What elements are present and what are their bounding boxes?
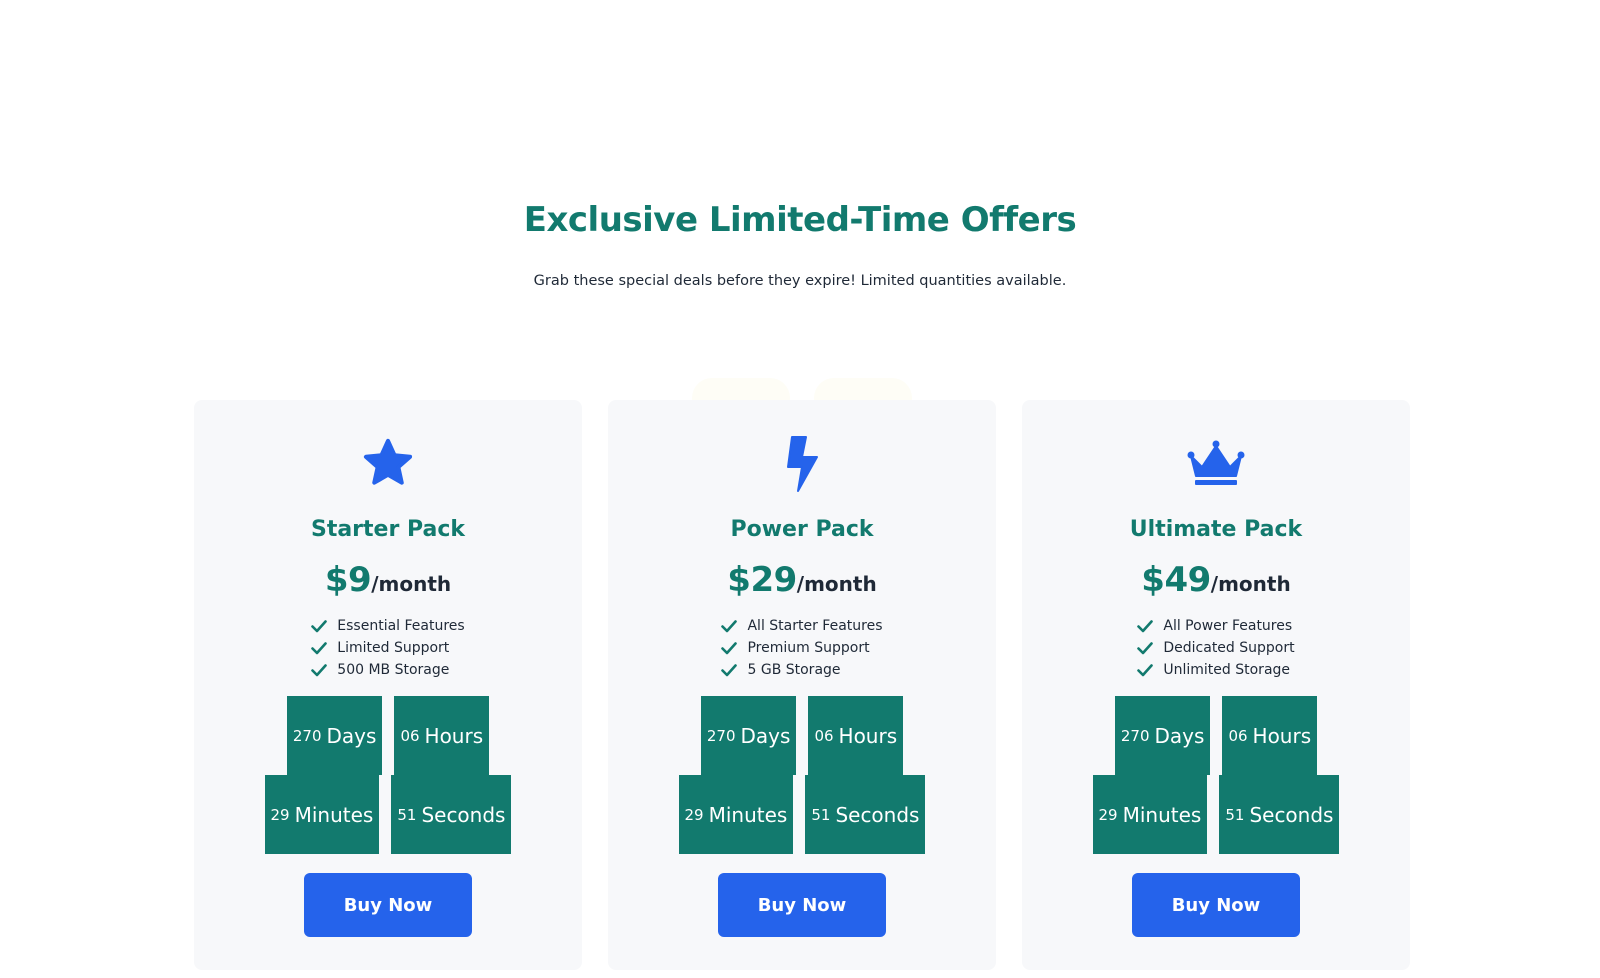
page-subtitle: Grab these special deals before they exp… — [533, 273, 1067, 289]
countdown-seconds-value: 51 — [397, 805, 417, 824]
check-icon — [311, 662, 328, 678]
countdown-minutes: 29 Minutes — [1092, 775, 1208, 854]
buy-now-button[interactable]: Buy Now — [1132, 873, 1300, 937]
countdown-hours-value: 06 — [814, 726, 834, 745]
countdown-days-label: Days — [1154, 723, 1205, 748]
feature-label: All Power Features — [1163, 618, 1293, 634]
price: $9/month — [194, 560, 582, 600]
countdown-minutes: 29 Minutes — [264, 775, 380, 854]
feature-item: 500 MB Storage — [311, 659, 464, 681]
feature-item: Unlimited Storage — [1137, 659, 1294, 681]
countdown-seconds-label: Seconds — [421, 802, 506, 827]
countdown-hours-label: Hours — [424, 723, 484, 748]
countdown-days: 270 Days — [286, 696, 383, 775]
check-icon — [311, 640, 328, 656]
countdown-seconds: 51 Seconds — [805, 775, 926, 854]
countdown-hours-value: 06 — [1228, 726, 1248, 745]
check-icon — [1137, 662, 1154, 678]
offer-card-starter: Starter Pack $9/month Essential Features… — [194, 400, 582, 970]
countdown-minutes-value: 29 — [1098, 805, 1118, 824]
price-period: /month — [371, 572, 452, 596]
feature-item: Premium Support — [721, 637, 882, 659]
feature-item: Dedicated Support — [1137, 637, 1295, 659]
feature-label: Limited Support — [337, 640, 450, 656]
countdown-days-label: Days — [326, 723, 377, 748]
page-title: Exclusive Limited-Time Offers — [523, 200, 1077, 240]
card-title: Starter Pack — [310, 517, 466, 542]
countdown-hours: 06 Hours — [394, 696, 490, 775]
countdown-minutes-value: 29 — [270, 805, 290, 824]
countdown-hours-label: Hours — [1252, 723, 1312, 748]
check-icon — [1137, 618, 1154, 634]
star-icon — [194, 436, 582, 492]
card-title: Power Pack — [730, 517, 874, 542]
countdown-timer: 270 Days 06 Hours 29 Minutes 51 Seconds — [608, 696, 996, 854]
price: $49/month — [1022, 560, 1410, 600]
countdown-hours: 06 Hours — [808, 696, 904, 775]
feature-label: Unlimited Storage — [1163, 662, 1291, 678]
countdown-hours-label: Hours — [838, 723, 898, 748]
countdown-minutes-label: Minutes — [708, 802, 788, 827]
feature-label: 500 MB Storage — [337, 662, 450, 678]
check-icon — [311, 618, 328, 634]
check-icon — [721, 662, 738, 678]
feature-item: All Power Features — [1137, 615, 1294, 637]
countdown-days-value: 270 — [292, 726, 322, 745]
countdown-days-value: 270 — [706, 726, 736, 745]
countdown-days-label: Days — [740, 723, 791, 748]
feature-label: Dedicated Support — [1163, 640, 1295, 656]
feature-label: Essential Features — [337, 618, 465, 634]
feature-list: All Power Features Dedicated Support Unl… — [1022, 615, 1410, 681]
price-period: /month — [796, 572, 877, 596]
feature-item: All Starter Features — [721, 615, 883, 637]
countdown-minutes-value: 29 — [684, 805, 704, 824]
feature-list: All Starter Features Premium Support 5 G… — [608, 615, 996, 681]
feature-label: 5 GB Storage — [747, 662, 841, 678]
feature-list: Essential Features Limited Support 500 M… — [194, 615, 582, 681]
crown-icon — [1022, 436, 1410, 492]
countdown-seconds: 51 Seconds — [1219, 775, 1340, 854]
buy-now-button[interactable]: Buy Now — [718, 873, 886, 937]
lightning-bolt-icon — [608, 436, 996, 492]
offers-page: Exclusive Limited-Time Offers Grab these… — [0, 0, 1600, 978]
countdown-days: 270 Days — [700, 696, 797, 775]
check-icon — [721, 640, 738, 656]
countdown-days-value: 270 — [1120, 726, 1150, 745]
check-icon — [1137, 640, 1154, 656]
countdown-minutes: 29 Minutes — [678, 775, 794, 854]
price-amount: $49 — [1141, 560, 1211, 600]
countdown-seconds-label: Seconds — [1249, 802, 1334, 827]
countdown-timer: 270 Days 06 Hours 29 Minutes 51 Seconds — [1022, 696, 1410, 854]
price-amount: $29 — [727, 560, 797, 600]
countdown-timer: 270 Days 06 Hours 29 Minutes 51 Seconds — [194, 696, 582, 854]
countdown-seconds-label: Seconds — [835, 802, 920, 827]
check-icon — [721, 618, 738, 634]
feature-label: All Starter Features — [747, 618, 883, 634]
feature-item: Limited Support — [311, 637, 464, 659]
price-period: /month — [1210, 572, 1291, 596]
countdown-hours: 06 Hours — [1222, 696, 1318, 775]
offer-card-ultimate: Ultimate Pack $49/month All Power Featur… — [1022, 400, 1410, 970]
countdown-hours-value: 06 — [400, 726, 420, 745]
buy-now-button[interactable]: Buy Now — [304, 873, 472, 937]
countdown-seconds: 51 Seconds — [391, 775, 512, 854]
offer-card-power: Power Pack $29/month All Starter Feature… — [608, 400, 996, 970]
feature-label: Premium Support — [747, 640, 870, 656]
card-title: Ultimate Pack — [1129, 517, 1303, 542]
price-amount: $9 — [324, 560, 372, 600]
countdown-minutes-label: Minutes — [1122, 802, 1202, 827]
feature-item: 5 GB Storage — [721, 659, 882, 681]
countdown-days: 270 Days — [1114, 696, 1211, 775]
price: $29/month — [608, 560, 996, 600]
countdown-seconds-value: 51 — [811, 805, 831, 824]
feature-item: Essential Features — [311, 615, 465, 637]
countdown-minutes-label: Minutes — [294, 802, 374, 827]
countdown-seconds-value: 51 — [1225, 805, 1245, 824]
